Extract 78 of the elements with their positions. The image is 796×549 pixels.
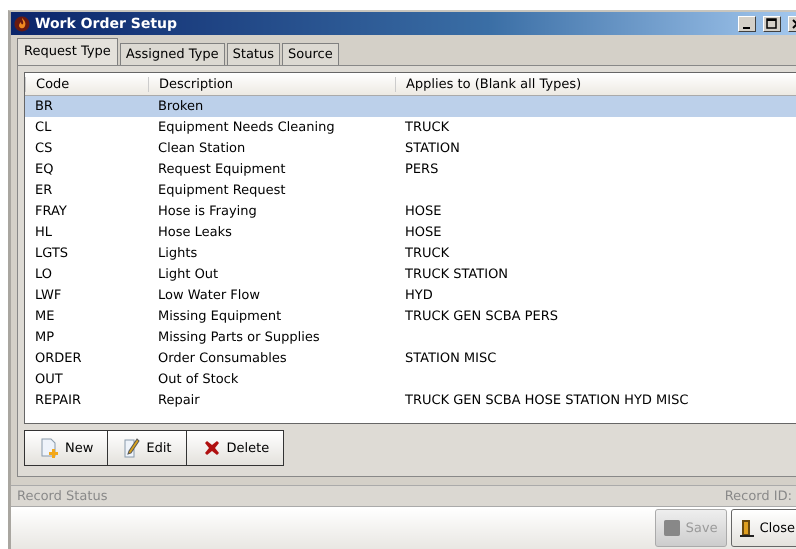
- delete-button[interactable]: Delete: [186, 430, 284, 466]
- description-cell-text: Order Consumables: [157, 351, 288, 366]
- door-icon: [740, 519, 754, 537]
- description-cell-text: Clean Station: [157, 141, 246, 156]
- save-icon: [664, 520, 680, 536]
- description-cell-text: Low Water Flow: [157, 288, 261, 303]
- window-title: Work Order Setup: [35, 16, 178, 32]
- code-cell-text: ME: [34, 309, 56, 324]
- table-row[interactable]: CS Clean Station STATION: [25, 138, 796, 159]
- code-cell-text: OUT: [34, 372, 64, 387]
- description-cell-text: Missing Parts or Supplies: [157, 330, 321, 345]
- table-row[interactable]: LGTS Lights TRUCK: [25, 243, 796, 264]
- column-header[interactable]: Description: [148, 76, 395, 92]
- tab[interactable]: Assigned Type: [120, 43, 225, 65]
- code-cell-text: REPAIR: [34, 393, 82, 408]
- edit-pencil-icon: [124, 438, 140, 458]
- description-cell-text: Request Equipment: [157, 162, 287, 177]
- applies-to-cell-text: HOSE: [404, 204, 442, 219]
- minimize-icon[interactable]: [738, 16, 756, 32]
- applies-to-cell-text: TRUCK: [404, 246, 450, 261]
- applies-to-cell-text: PERS: [404, 162, 440, 177]
- table-row[interactable]: FRAY Hose is Fraying HOSE: [25, 201, 796, 222]
- code-cell-text: MP: [34, 330, 56, 345]
- table-row[interactable]: LWF Low Water Flow HYD: [25, 285, 796, 306]
- record-id-label: Record ID:: [724, 488, 792, 504]
- table-row[interactable]: HL Hose Leaks HOSE: [25, 222, 796, 243]
- description-cell-text: Equipment Request: [157, 183, 287, 198]
- description-cell-text: Light Out: [157, 267, 220, 282]
- table-row[interactable]: MP Missing Parts or Supplies: [25, 327, 796, 348]
- applies-to-cell-text: STATION: [404, 141, 461, 156]
- table-row[interactable]: ORDER Order Consumables STATION MISC: [25, 348, 796, 369]
- description-cell-text: Missing Equipment: [157, 309, 282, 324]
- applies-to-cell-text: HOSE: [404, 225, 442, 240]
- applies-to-cell-text: TRUCK GEN SCBA PERS: [404, 309, 559, 324]
- code-cell-text: ER: [34, 183, 54, 198]
- tab[interactable]: Source: [282, 43, 339, 65]
- description-cell-text: Hose Leaks: [157, 225, 233, 240]
- table-row[interactable]: ER Equipment Request: [25, 180, 796, 201]
- close-button[interactable]: Close: [730, 509, 796, 547]
- description-cell-text: Lights: [157, 246, 198, 261]
- applies-to-cell-text: STATION MISC: [404, 351, 498, 366]
- table-row[interactable]: LO Light Out TRUCK STATION: [25, 264, 796, 285]
- applies-to-cell-text: HYD: [404, 288, 434, 303]
- applies-to-cell-text: TRUCK STATION: [404, 267, 510, 282]
- description-cell-text: Repair: [157, 393, 201, 408]
- new-document-icon: [41, 438, 59, 458]
- code-cell-text: ORDER: [34, 351, 83, 366]
- code-cell-text: HL: [34, 225, 54, 240]
- description-cell-text: Equipment Needs Cleaning: [157, 120, 336, 135]
- table-row[interactable]: REPAIR Repair TRUCK GEN SCBA HOSE STATION HYD MISC: [25, 390, 796, 411]
- description-cell-text: Out of Stock: [157, 372, 240, 387]
- new-button[interactable]: New: [24, 430, 108, 466]
- table-row[interactable]: BR Broken: [25, 96, 796, 117]
- table-row[interactable]: ME Missing Equipment TRUCK GEN SCBA PERS: [25, 306, 796, 327]
- flame-logo-icon: [14, 16, 30, 32]
- code-cell-text: LO: [34, 267, 54, 282]
- code-cell-text: LGTS: [34, 246, 70, 261]
- delete-x-icon: [202, 439, 221, 457]
- column-header[interactable]: Code: [25, 76, 148, 92]
- tab[interactable]: Request Type: [17, 38, 118, 65]
- edit-button[interactable]: Edit: [108, 430, 187, 466]
- table-row[interactable]: EQ Request Equipment PERS: [25, 159, 796, 180]
- code-cell-text: CL: [34, 120, 52, 135]
- record-status-label: Record Status: [17, 488, 108, 504]
- code-cell-text: CS: [34, 141, 54, 156]
- table-row[interactable]: OUT Out of Stock: [25, 369, 796, 390]
- tab[interactable]: Status: [226, 43, 280, 65]
- description-cell-text: Broken: [157, 99, 204, 114]
- table-row[interactable]: CL Equipment Needs Cleaning TRUCK: [25, 117, 796, 138]
- description-cell-text: Hose is Fraying: [157, 204, 258, 219]
- maximize-icon[interactable]: [763, 16, 781, 32]
- code-cell-text: BR: [34, 99, 54, 114]
- code-cell-text: EQ: [34, 162, 54, 177]
- applies-to-cell-text: TRUCK GEN SCBA HOSE STATION HYD MISC: [404, 393, 690, 408]
- applies-to-cell-text: TRUCK: [404, 120, 450, 135]
- code-cell-text: LWF: [34, 288, 62, 303]
- code-cell-text: FRAY: [34, 204, 68, 219]
- column-header[interactable]: Applies to (Blank all Types): [395, 76, 796, 92]
